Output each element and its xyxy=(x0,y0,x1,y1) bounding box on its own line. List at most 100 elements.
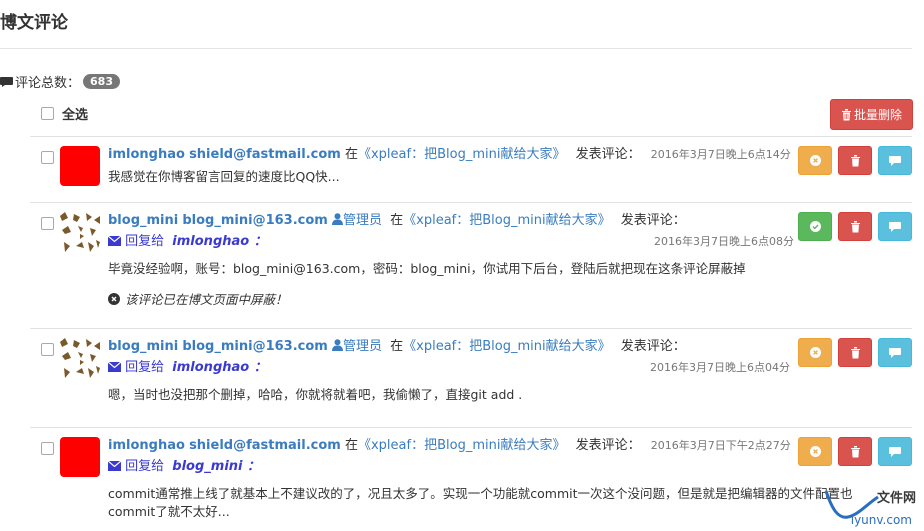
comment-in-word: 在 xyxy=(390,213,404,228)
select-all-checkbox[interactable] xyxy=(41,107,54,120)
comment-said: 发表评论： xyxy=(620,213,686,228)
comment-checkbox[interactable] xyxy=(41,217,54,230)
comment-row: imlonghao shield@fastmail.com 在《xpleaf：把… xyxy=(30,427,912,531)
admin-label: 管理员 xyxy=(342,339,382,354)
avatar xyxy=(60,437,100,477)
comment-icon xyxy=(889,155,901,166)
check-circle-icon xyxy=(809,221,821,232)
comment-actions xyxy=(798,212,912,241)
comment-icon xyxy=(889,221,901,232)
avatar xyxy=(60,212,100,252)
comment-actions xyxy=(798,146,912,175)
comment-total-label: 评论总数： xyxy=(15,76,81,91)
trash-icon xyxy=(850,220,860,232)
divider xyxy=(0,48,912,49)
times-circle-icon xyxy=(108,292,120,305)
comment-text: commit通常推上线了就基本上不建议改的了，况且太多了。实现一个功能就comm… xyxy=(108,486,853,519)
comment-said: 发表评论： xyxy=(575,147,641,162)
envelope-icon xyxy=(107,460,122,471)
comment-list: imlonghao shield@fastmail.com 在《xpleaf：把… xyxy=(30,136,912,531)
comment-email[interactable]: shield@fastmail.com xyxy=(189,147,341,162)
select-all-label: 全选 xyxy=(62,108,89,123)
comment-row: imlonghao shield@fastmail.com 在《xpleaf：把… xyxy=(30,136,912,202)
reply-button[interactable] xyxy=(878,212,912,241)
watermark-text: 文件网 xyxy=(876,491,916,506)
unblock-button[interactable] xyxy=(798,437,832,466)
avatar xyxy=(60,146,100,186)
comment-checkbox[interactable] xyxy=(41,442,54,455)
reply-to: 回复给 imlonghao ： xyxy=(107,360,267,375)
comment-in-word: 在 xyxy=(344,147,358,162)
comment-actions xyxy=(798,338,912,367)
reply-target[interactable]: imlonghao ： xyxy=(172,360,266,375)
comment-email[interactable]: blog_mini@163.com xyxy=(182,339,327,354)
reply-button[interactable] xyxy=(878,437,912,466)
post-link[interactable]: 《xpleaf：把Blog_mini献给大家》 xyxy=(403,213,610,228)
comment-email[interactable]: blog_mini@163.com xyxy=(182,213,327,228)
comment-in-word: 在 xyxy=(344,438,358,453)
delete-button[interactable] xyxy=(838,146,872,175)
reply-to: 回复给 blog_mini ： xyxy=(107,459,260,474)
times-circle-icon xyxy=(809,347,821,358)
comment-in-word: 在 xyxy=(390,339,404,354)
times-circle-icon xyxy=(809,446,821,457)
reply-target[interactable]: blog_mini ： xyxy=(172,459,260,474)
reply-button[interactable] xyxy=(878,146,912,175)
comment-row: blog_mini blog_mini@163.com 管理员 在《xpleaf… xyxy=(30,328,912,427)
comment-row: blog_mini blog_mini@163.com 管理员 在《xpleaf… xyxy=(30,202,912,328)
comment-icon xyxy=(889,347,901,358)
batch-delete-button[interactable]: 批量删除 xyxy=(830,99,913,130)
times-circle-icon xyxy=(809,155,821,166)
comment-text: 嗯，当时也没把那个删掉，哈哈，你就将就着吧，我偷懒了，直接git add . xyxy=(108,387,523,402)
batch-delete-label: 批量删除 xyxy=(853,108,902,122)
comment-checkbox[interactable] xyxy=(41,151,54,164)
comment-text: 我感觉在你博客留言回复的速度比QQ快... xyxy=(108,169,340,184)
delete-button[interactable] xyxy=(838,212,872,241)
comment-checkbox[interactable] xyxy=(41,343,54,356)
comment-time: 2016年3月7日下午2点27分 xyxy=(650,439,791,452)
trash-icon xyxy=(850,346,860,358)
hidden-notice-text: 该评论已在博文页面中屏蔽！ xyxy=(125,292,288,307)
unblock-button[interactable] xyxy=(798,146,832,175)
page-title: 博文评论 xyxy=(0,13,68,33)
comment-time: 2016年3月7日晚上6点08分 xyxy=(654,235,794,248)
delete-button[interactable] xyxy=(838,437,872,466)
post-link[interactable]: 《xpleaf：把Blog_mini献给大家》 xyxy=(358,438,565,453)
comment-username[interactable]: imlonghao xyxy=(108,147,185,162)
watermark-domain: iyunv.com xyxy=(850,513,912,527)
comment-time: 2016年3月7日晚上6点04分 xyxy=(650,361,790,374)
comment-username[interactable]: blog_mini xyxy=(108,213,178,228)
post-link[interactable]: 《xpleaf：把Blog_mini献给大家》 xyxy=(358,147,565,162)
envelope-icon xyxy=(107,235,122,246)
comment-icon xyxy=(0,76,13,87)
trash-icon xyxy=(850,154,860,166)
trash-icon xyxy=(841,108,851,120)
admin-label: 管理员 xyxy=(342,213,382,228)
comment-said: 发表评论： xyxy=(575,438,641,453)
watermark: 文件网 iyunv.com xyxy=(820,487,916,527)
comment-actions xyxy=(798,437,912,466)
comment-username[interactable]: imlonghao xyxy=(108,438,185,453)
reply-prefix: 回复给 xyxy=(125,234,165,249)
comment-total: 评论总数： 683 xyxy=(0,72,120,91)
post-link[interactable]: 《xpleaf：把Blog_mini献给大家》 xyxy=(403,339,610,354)
hidden-notice: 该评论已在博文页面中屏蔽！ xyxy=(108,289,786,308)
unblock-button[interactable] xyxy=(798,338,832,367)
envelope-icon xyxy=(107,361,122,372)
user-icon xyxy=(331,339,343,351)
delete-button[interactable] xyxy=(838,338,872,367)
comment-time: 2016年3月7日晚上6点14分 xyxy=(650,148,791,161)
trash-icon xyxy=(850,445,860,457)
block-button[interactable] xyxy=(798,212,832,241)
reply-target[interactable]: imlonghao ： xyxy=(172,234,266,249)
comment-icon xyxy=(889,446,901,457)
select-all[interactable]: 全选 xyxy=(41,104,88,123)
user-icon xyxy=(331,213,343,225)
comment-email[interactable]: shield@fastmail.com xyxy=(189,438,341,453)
comment-said: 发表评论： xyxy=(620,339,686,354)
comment-count-badge: 683 xyxy=(83,74,120,89)
reply-prefix: 回复给 xyxy=(125,459,165,474)
avatar xyxy=(60,338,100,378)
comment-username[interactable]: blog_mini xyxy=(108,339,178,354)
reply-button[interactable] xyxy=(878,338,912,367)
